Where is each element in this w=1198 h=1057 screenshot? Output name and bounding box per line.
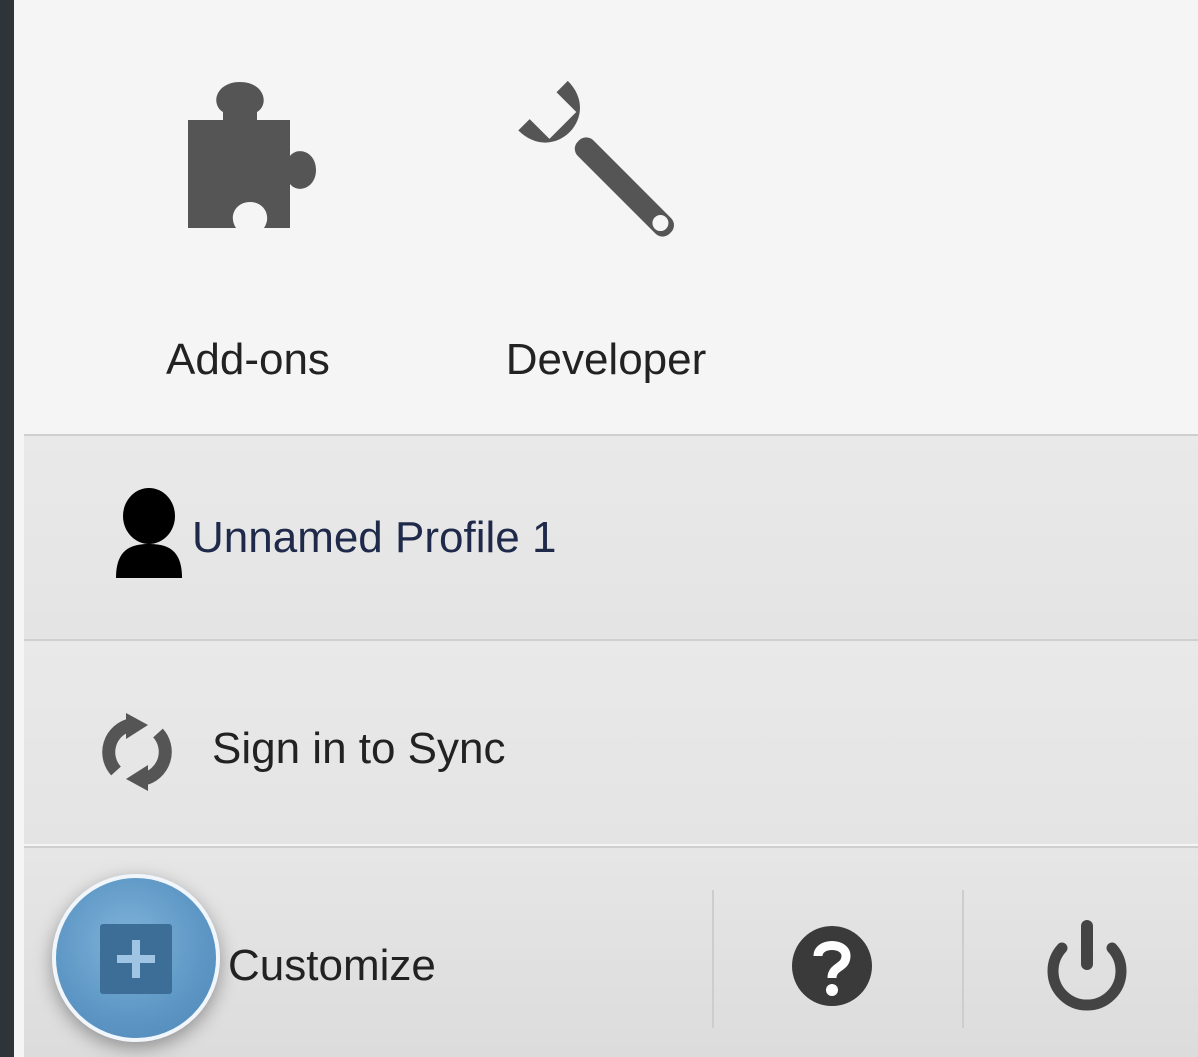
wrench-icon	[518, 80, 674, 237]
developer-label: Developer	[505, 335, 707, 384]
addons-label: Add-ons	[166, 335, 330, 384]
customize-button[interactable]	[52, 874, 220, 1042]
power-icon[interactable]	[1032, 912, 1142, 1022]
menu-grid: Add-ons Developer	[14, 0, 1198, 432]
sync-icon	[102, 713, 172, 791]
puzzle-piece-icon	[188, 82, 316, 228]
footer-divider	[712, 890, 714, 1028]
sync-row[interactable]: Sign in to Sync	[24, 639, 1198, 844]
developer-button[interactable]: Developer	[476, 60, 736, 384]
customize-label[interactable]: Customize	[228, 936, 436, 996]
help-icon[interactable]	[784, 918, 880, 1014]
addons-button[interactable]: Add-ons	[118, 60, 378, 384]
profile-row[interactable]: Unnamed Profile 1	[24, 434, 1198, 639]
profile-name: Unnamed Profile 1	[192, 513, 557, 562]
plus-icon	[100, 924, 172, 994]
avatar-icon	[116, 488, 182, 578]
footer-divider	[962, 890, 964, 1028]
sync-label: Sign in to Sync	[212, 724, 506, 773]
